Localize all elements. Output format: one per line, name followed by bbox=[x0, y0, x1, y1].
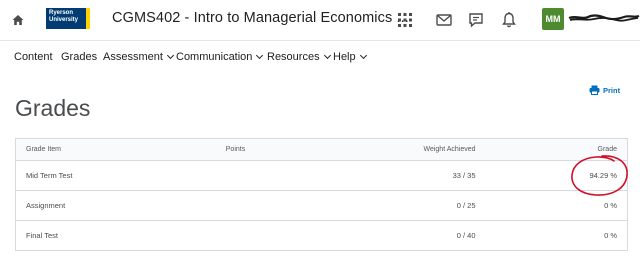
chevron-down-icon bbox=[323, 51, 331, 60]
nav-label: Resources bbox=[267, 51, 320, 63]
table-row: Assignment 0 / 25 0 % bbox=[15, 190, 628, 221]
table-header-row: Grade Item Points Weight Achieved Grade bbox=[15, 138, 628, 161]
header-points: Points bbox=[175, 138, 296, 161]
grade-item-name: Final Test bbox=[15, 220, 176, 251]
nav-item-communication[interactable]: Communication bbox=[176, 51, 264, 63]
nav-item-content[interactable]: Content bbox=[14, 51, 53, 63]
nav-label: Help bbox=[333, 51, 356, 63]
chevron-down-icon bbox=[359, 51, 367, 60]
nav-item-help[interactable]: Help bbox=[333, 51, 367, 63]
grade-item-name: Assignment bbox=[15, 190, 176, 221]
chevron-down-icon bbox=[166, 51, 174, 60]
grade-points bbox=[175, 220, 296, 251]
bell-icon[interactable] bbox=[500, 11, 518, 29]
header-weight-achieved: Weight Achieved bbox=[295, 138, 486, 161]
apps-grid-icon[interactable] bbox=[396, 11, 414, 29]
user-avatar[interactable]: MM bbox=[542, 8, 564, 30]
grade-value: 0 % bbox=[485, 190, 628, 221]
print-button[interactable]: Print bbox=[589, 85, 620, 95]
grade-weight-achieved: 33 / 35 bbox=[295, 160, 486, 191]
header-grade: Grade bbox=[485, 138, 628, 161]
nav-item-resources[interactable]: Resources bbox=[267, 51, 331, 63]
print-label: Print bbox=[603, 86, 621, 95]
header-grade-item: Grade Item bbox=[15, 138, 176, 161]
nav-label: Grades bbox=[61, 51, 98, 63]
logo-line-2: University bbox=[49, 17, 79, 23]
grade-points bbox=[175, 160, 296, 191]
mail-icon[interactable] bbox=[435, 11, 453, 29]
table-row: Mid Term Test 33 / 35 94.29 % bbox=[15, 160, 628, 191]
chat-icon[interactable] bbox=[467, 11, 485, 29]
grade-value: 94.29 % bbox=[485, 160, 628, 191]
table-row: Final Test 0 / 40 0 % bbox=[15, 220, 628, 251]
top-bar: Ryerson University CGMS402 - Intro to Ma… bbox=[0, 0, 640, 41]
printer-icon bbox=[589, 85, 600, 95]
grade-weight-achieved: 0 / 25 bbox=[295, 190, 486, 221]
nav-label: Communication bbox=[176, 51, 253, 63]
course-navbar: Content Grades Assessment Communication … bbox=[0, 41, 640, 73]
grade-points bbox=[175, 190, 296, 221]
page-title: Grades bbox=[15, 95, 91, 122]
logo-line-1: Ryerson bbox=[49, 10, 74, 16]
redacted-username-scribble bbox=[568, 14, 640, 22]
nav-item-assessment[interactable]: Assessment bbox=[103, 51, 174, 63]
logo-accent-bar bbox=[86, 8, 90, 29]
nav-label: Assessment bbox=[103, 51, 163, 63]
course-title[interactable]: CGMS402 - Intro to Managerial Economics … bbox=[112, 10, 409, 26]
grade-weight-achieved: 0 / 40 bbox=[295, 220, 486, 251]
grades-table: Grade Item Points Weight Achieved Grade … bbox=[15, 138, 628, 251]
nav-label: Content bbox=[14, 51, 53, 63]
grade-value: 0 % bbox=[485, 220, 628, 251]
chevron-down-icon bbox=[256, 51, 264, 60]
home-icon[interactable] bbox=[11, 13, 25, 27]
university-logo[interactable]: Ryerson University bbox=[46, 8, 90, 29]
nav-item-grades[interactable]: Grades bbox=[61, 51, 97, 63]
grade-item-name: Mid Term Test bbox=[15, 160, 176, 191]
